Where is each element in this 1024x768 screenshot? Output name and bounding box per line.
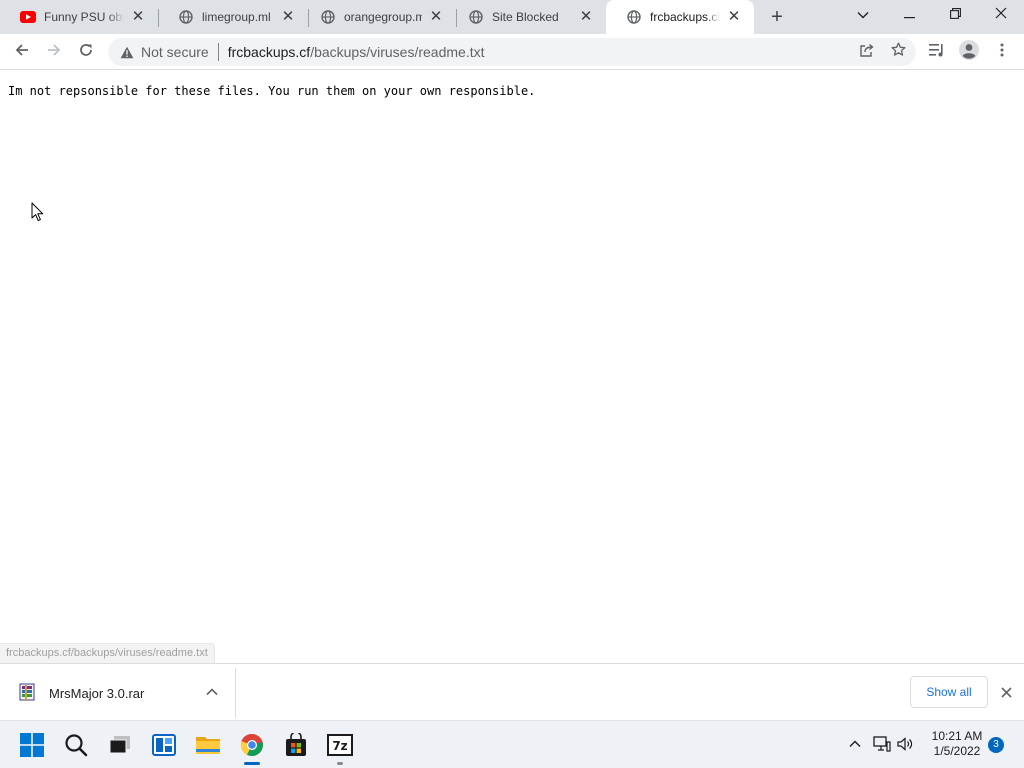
profile-button[interactable] [955, 38, 983, 66]
download-shelf: MrsMajor 3.0.rar Show all [0, 663, 1024, 720]
chrome-active-indicator [244, 762, 260, 765]
new-tab-button[interactable]: + [766, 6, 788, 28]
start-icon[interactable] [16, 729, 48, 761]
restore-icon [949, 6, 961, 24]
media-queue-icon [929, 43, 945, 62]
download-filename: MrsMajor 3.0.rar [49, 685, 145, 701]
download-item[interactable]: MrsMajor 3.0.rar [0, 668, 236, 718]
tab-search-button[interactable] [840, 0, 886, 30]
show-all-button[interactable]: Show all [910, 676, 988, 708]
minimize-icon [903, 6, 915, 24]
svg-text:7z: 7z [332, 739, 347, 753]
reading-list-button[interactable] [923, 38, 951, 66]
tab-close-icon[interactable]: ✕ [130, 9, 146, 25]
tab-site-blocked[interactable]: Site Blocked ✕ [448, 0, 606, 34]
tab-strip: Funny PSU obfu ✕ limegroup.ml ✕ orangegr… [0, 0, 1024, 34]
winrar-archive-icon [19, 683, 37, 703]
task-view-icon[interactable] [104, 729, 136, 761]
globe-icon [320, 9, 336, 25]
tab-close-icon[interactable]: ✕ [428, 9, 444, 25]
security-label[interactable]: Not secure [141, 44, 209, 60]
url-text[interactable]: frcbackups.cf/backups/viruses/readme.txt [228, 44, 485, 60]
back-button[interactable] [8, 38, 36, 66]
minimize-button[interactable] [886, 0, 932, 30]
reload-button[interactable] [72, 38, 100, 66]
page-content: Im not repsonsible for these files. You … [0, 71, 1024, 663]
tab-title: Funny PSU obfu [44, 10, 124, 24]
globe-icon [626, 9, 642, 25]
share-button[interactable] [856, 42, 876, 62]
chevron-up-icon [849, 735, 861, 753]
star-icon [890, 42, 906, 62]
tab-close-icon[interactable]: ✕ [726, 9, 742, 25]
widgets-icon[interactable] [148, 729, 180, 761]
close-window-button[interactable] [978, 0, 1024, 30]
tab-title: Site Blocked [492, 10, 559, 24]
more-vertical-icon [1000, 43, 1004, 62]
globe-icon [178, 9, 194, 25]
url-host: frcbackups.cf [227, 44, 311, 60]
menu-button[interactable] [988, 38, 1016, 66]
chevron-up-icon[interactable] [204, 684, 220, 700]
globe-icon [468, 9, 484, 25]
avatar-icon [959, 39, 979, 65]
microsoft-store-icon[interactable] [280, 729, 312, 761]
omnibox-divider [217, 43, 219, 61]
share-icon [859, 43, 874, 62]
tab-youtube[interactable]: Funny PSU obfu ✕ [0, 0, 158, 34]
tab-frcbackups-active[interactable]: frcbackups.cf/b ✕ [606, 0, 754, 34]
tab-title: orangegroup.ml [344, 10, 422, 24]
7zip-running-indicator [337, 762, 343, 765]
tab-title: limegroup.ml [202, 10, 271, 24]
tab-close-icon[interactable]: ✕ [280, 9, 296, 25]
search-icon[interactable] [60, 729, 92, 761]
chevron-down-icon [857, 6, 869, 24]
clock-date: 1/5/2022 [933, 744, 981, 758]
volume-icon[interactable] [895, 733, 917, 755]
status-bar-url: frcbackups.cf/backups/viruses/readme.txt [0, 643, 215, 663]
tab-close-icon[interactable]: ✕ [578, 9, 594, 25]
mouse-cursor-icon [31, 202, 45, 222]
close-icon [995, 6, 1007, 24]
clock-time: 10:21 AM [931, 729, 983, 743]
restore-button[interactable] [932, 0, 978, 30]
address-bar[interactable]: Not secure frcbackups.cf/backups/viruses… [108, 38, 916, 66]
arrow-left-icon [14, 42, 30, 63]
youtube-icon [20, 9, 36, 25]
warning-icon[interactable] [119, 44, 135, 60]
file-explorer-icon[interactable] [192, 729, 224, 761]
arrow-right-icon [46, 42, 62, 63]
chrome-icon[interactable] [236, 729, 268, 761]
taskbar: 7z 10:21 AM 1/5/2022 3 [0, 720, 1024, 768]
readme-text: Im not repsonsible for these files. You … [8, 84, 536, 98]
notification-badge[interactable]: 3 [988, 737, 1004, 753]
clock[interactable]: 10:21 AM 1/5/2022 [928, 729, 986, 759]
reload-icon [78, 42, 94, 63]
forward-button[interactable] [40, 38, 68, 66]
7zip-icon[interactable]: 7z [324, 729, 356, 761]
network-icon[interactable] [871, 733, 893, 755]
bookmark-button[interactable] [888, 42, 908, 62]
tab-limegroup[interactable]: limegroup.ml ✕ [158, 0, 308, 34]
close-shelf-icon[interactable] [996, 682, 1016, 702]
show-hidden-icons-button[interactable] [844, 733, 866, 755]
tab-orangegroup[interactable]: orangegroup.ml ✕ [300, 0, 456, 34]
browser-toolbar: Not secure frcbackups.cf/backups/viruses… [0, 34, 1024, 70]
tab-title: frcbackups.cf/b [650, 10, 720, 24]
url-path: /backups/viruses/readme.txt [310, 44, 485, 60]
